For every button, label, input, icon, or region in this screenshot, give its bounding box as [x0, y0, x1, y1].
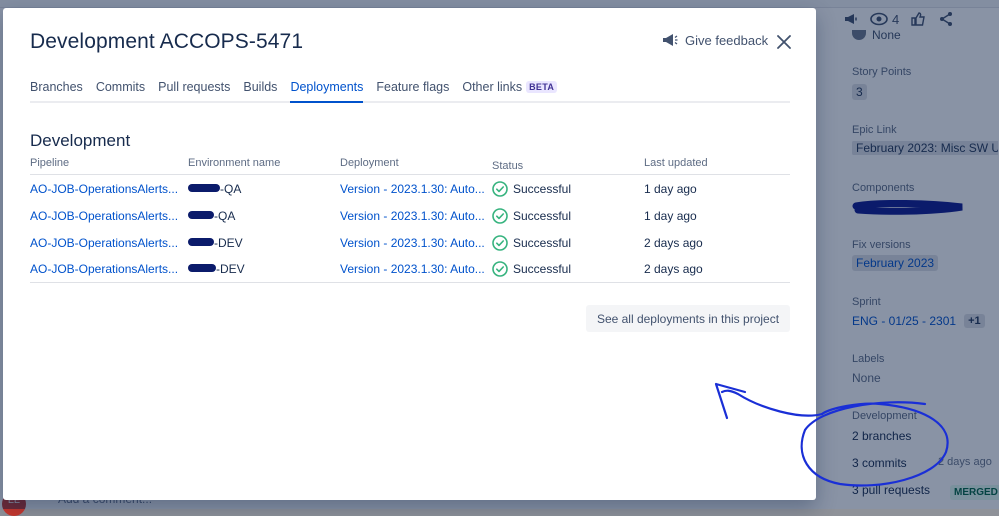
- tab-pull-requests[interactable]: Pull requests: [158, 80, 230, 101]
- deployment-link[interactable]: Version - 2023.1.30: Auto...: [340, 209, 492, 223]
- check-circle-icon: [492, 261, 508, 277]
- deployment-link[interactable]: Version - 2023.1.30: Auto...: [340, 262, 492, 276]
- status-cell: Successful: [492, 181, 644, 197]
- pipeline-link[interactable]: AO-JOB-OperationsAlerts...: [30, 236, 188, 250]
- tab-branches[interactable]: Branches: [30, 80, 83, 101]
- pipeline-link[interactable]: AO-JOB-OperationsAlerts...: [30, 209, 188, 223]
- status-cell: Successful: [492, 235, 644, 251]
- redaction-mark: [188, 211, 214, 219]
- environment-cell: -DEV: [188, 262, 340, 276]
- table-row: AO-JOB-OperationsAlerts... -DEV Version …: [30, 229, 790, 256]
- redaction-mark: [188, 264, 216, 272]
- environment-cell: -DEV: [188, 236, 340, 250]
- tab-other-links[interactable]: Other linksBETA: [462, 80, 557, 101]
- pipeline-link[interactable]: AO-JOB-OperationsAlerts...: [30, 262, 188, 276]
- column-header-deployment: Deployment: [340, 157, 492, 174]
- redaction-mark: [188, 184, 220, 192]
- tab-commits[interactable]: Commits: [96, 80, 145, 101]
- check-circle-icon: [492, 235, 508, 251]
- pipeline-link[interactable]: AO-JOB-OperationsAlerts...: [30, 182, 188, 196]
- last-updated-cell: 1 day ago: [644, 182, 790, 196]
- tab-builds[interactable]: Builds: [243, 80, 277, 101]
- development-modal: Development ACCOPS-5471 Give feedback Br…: [3, 8, 816, 500]
- table-row: AO-JOB-OperationsAlerts... -QA Version -…: [30, 175, 790, 202]
- status-cell: Successful: [492, 208, 644, 224]
- tab-feature-flags[interactable]: Feature flags: [376, 80, 449, 101]
- environment-cell: -QA: [188, 209, 340, 223]
- table-row: AO-JOB-OperationsAlerts... -DEV Version …: [30, 256, 790, 283]
- megaphone-icon: [661, 32, 679, 48]
- modal-title: Development ACCOPS-5471: [30, 30, 303, 54]
- deployment-link[interactable]: Version - 2023.1.30: Auto...: [340, 182, 492, 196]
- column-header-last-updated: Last updated: [644, 157, 790, 174]
- table-row: AO-JOB-OperationsAlerts... -QA Version -…: [30, 202, 790, 229]
- close-icon: [777, 35, 791, 49]
- close-button[interactable]: [773, 31, 795, 53]
- deployment-link[interactable]: Version - 2023.1.30: Auto...: [340, 236, 492, 250]
- last-updated-cell: 2 days ago: [644, 262, 790, 276]
- give-feedback-button[interactable]: Give feedback: [661, 32, 768, 48]
- table-header: Pipeline Environment name Deployment Sta…: [30, 157, 790, 175]
- redaction-mark: [188, 238, 214, 246]
- see-all-deployments-button[interactable]: See all deployments in this project: [586, 305, 790, 332]
- column-header-environment: Environment name: [188, 157, 340, 174]
- check-circle-icon: [492, 208, 508, 224]
- last-updated-cell: 1 day ago: [644, 209, 790, 223]
- give-feedback-label: Give feedback: [685, 33, 768, 48]
- section-title: Development: [30, 131, 130, 151]
- status-cell: Successful: [492, 261, 644, 277]
- last-updated-cell: 2 days ago: [644, 236, 790, 250]
- check-circle-icon: [492, 181, 508, 197]
- column-header-status: Status: [492, 157, 644, 174]
- deployments-table: Pipeline Environment name Deployment Sta…: [30, 157, 790, 283]
- environment-cell: -QA: [188, 182, 340, 196]
- tab-deployments[interactable]: Deployments: [290, 80, 363, 101]
- beta-badge: BETA: [526, 81, 557, 93]
- column-header-pipeline: Pipeline: [30, 157, 188, 174]
- tab-bar: Branches Commits Pull requests Builds De…: [30, 80, 790, 103]
